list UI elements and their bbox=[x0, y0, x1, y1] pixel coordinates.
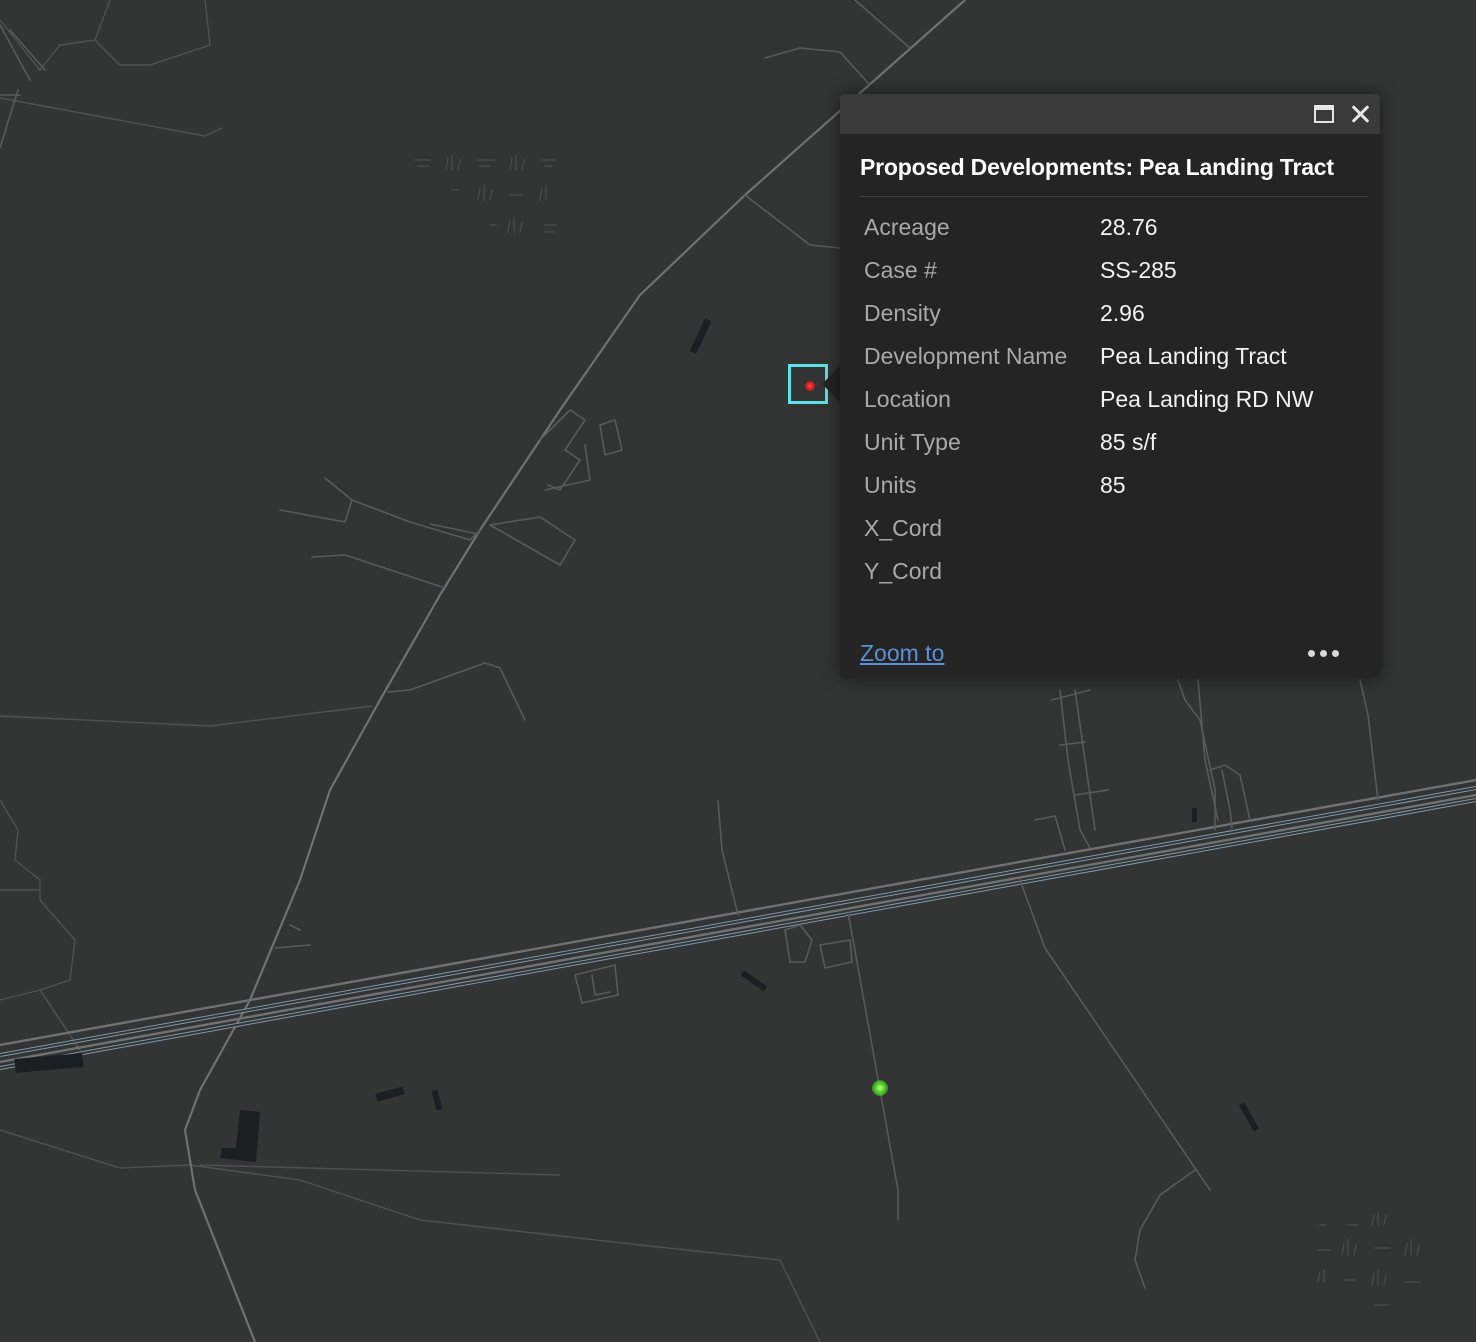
attribute-value: SS-285 bbox=[1100, 257, 1177, 283]
road bbox=[351, 499, 481, 541]
building bbox=[1192, 808, 1197, 822]
maximize-icon[interactable] bbox=[1314, 105, 1334, 123]
attribute-label: Case # bbox=[864, 257, 937, 283]
building bbox=[689, 318, 712, 355]
attribute-row-units: Units 85 bbox=[864, 464, 1314, 507]
road bbox=[1177, 679, 1216, 831]
road bbox=[1059, 689, 1096, 849]
popup-header bbox=[840, 94, 1380, 134]
attribute-value: Pea Landing Tract bbox=[1100, 343, 1287, 369]
road bbox=[387, 662, 526, 721]
zoom-to-link[interactable]: Zoom to bbox=[860, 640, 944, 667]
feature-popup: Proposed Developments: Pea Landing Tract… bbox=[840, 94, 1380, 678]
attribute-table: Acreage 28.76 Case # SS-285 Density 2.96… bbox=[864, 206, 1314, 593]
road bbox=[717, 799, 739, 916]
attribute-label: Unit Type bbox=[864, 429, 961, 455]
road bbox=[1019, 879, 1211, 1191]
road bbox=[429, 523, 479, 535]
development-point-selected[interactable] bbox=[805, 381, 815, 391]
attribute-value: 85 bbox=[1100, 472, 1126, 498]
attribute-row-case: Case # SS-285 bbox=[864, 249, 1314, 292]
attribute-row-location: Location Pea Landing RD NW bbox=[864, 378, 1314, 421]
attribute-label: Y_Cord bbox=[864, 558, 942, 584]
attribute-row-development-name: Development Name Pea Landing Tract bbox=[864, 335, 1314, 378]
building bbox=[14, 1053, 84, 1073]
road bbox=[311, 554, 446, 589]
road bbox=[1034, 689, 1109, 851]
attribute-label: Acreage bbox=[864, 214, 950, 240]
attribute-label: X_Cord bbox=[864, 515, 942, 541]
road bbox=[1134, 1169, 1196, 1289]
dot bbox=[1308, 650, 1315, 657]
boundary-line bbox=[0, 97, 223, 137]
attribute-value: 28.76 bbox=[1100, 214, 1158, 240]
attribute-row-density: Density 2.96 bbox=[864, 292, 1314, 335]
attribute-label: Units bbox=[864, 472, 917, 498]
attribute-label: Location bbox=[864, 386, 951, 412]
building bbox=[220, 1110, 260, 1162]
road bbox=[489, 516, 576, 566]
attribute-label: Development Name bbox=[864, 343, 1068, 369]
attribute-label: Density bbox=[864, 300, 941, 326]
building bbox=[431, 1089, 443, 1111]
building bbox=[740, 970, 768, 992]
road bbox=[854, 0, 911, 49]
road bbox=[599, 419, 623, 456]
boundary-line bbox=[0, 799, 76, 1001]
development-point-green[interactable] bbox=[872, 1080, 888, 1096]
building bbox=[375, 1086, 405, 1102]
boundary-line bbox=[0, 705, 373, 727]
boundary-line bbox=[0, 1129, 821, 1342]
interstate bbox=[0, 793, 1476, 1064]
building bbox=[1238, 1102, 1260, 1132]
attribute-row-y-cord: Y_Cord bbox=[864, 550, 1314, 593]
popup-pointer bbox=[822, 366, 840, 402]
attribute-value: Pea Landing RD NW bbox=[1100, 386, 1314, 412]
road bbox=[574, 964, 619, 1004]
more-options-icon[interactable] bbox=[1308, 650, 1344, 660]
road bbox=[539, 409, 591, 491]
road bbox=[0, 24, 46, 81]
boundary-line bbox=[94, 0, 111, 41]
close-icon[interactable] bbox=[1348, 102, 1372, 126]
attribute-row-unit-type: Unit Type 85 s/f bbox=[864, 421, 1314, 464]
road bbox=[819, 939, 853, 969]
road bbox=[1221, 769, 1233, 829]
title-divider bbox=[860, 196, 1368, 197]
road bbox=[1359, 679, 1379, 801]
road bbox=[279, 477, 353, 523]
road bbox=[847, 911, 899, 1221]
attribute-row-x-cord: X_Cord bbox=[864, 507, 1314, 550]
attribute-value: 2.96 bbox=[1100, 300, 1145, 326]
road bbox=[784, 924, 813, 963]
dot bbox=[1320, 650, 1327, 657]
boundary-line bbox=[0, 0, 211, 72]
attribute-value: 85 s/f bbox=[1100, 429, 1157, 455]
dot bbox=[1332, 650, 1339, 657]
attribute-row-acreage: Acreage 28.76 bbox=[864, 206, 1314, 249]
road bbox=[744, 194, 841, 249]
road bbox=[764, 47, 871, 86]
popup-title: Proposed Developments: Pea Landing Tract bbox=[860, 154, 1334, 180]
